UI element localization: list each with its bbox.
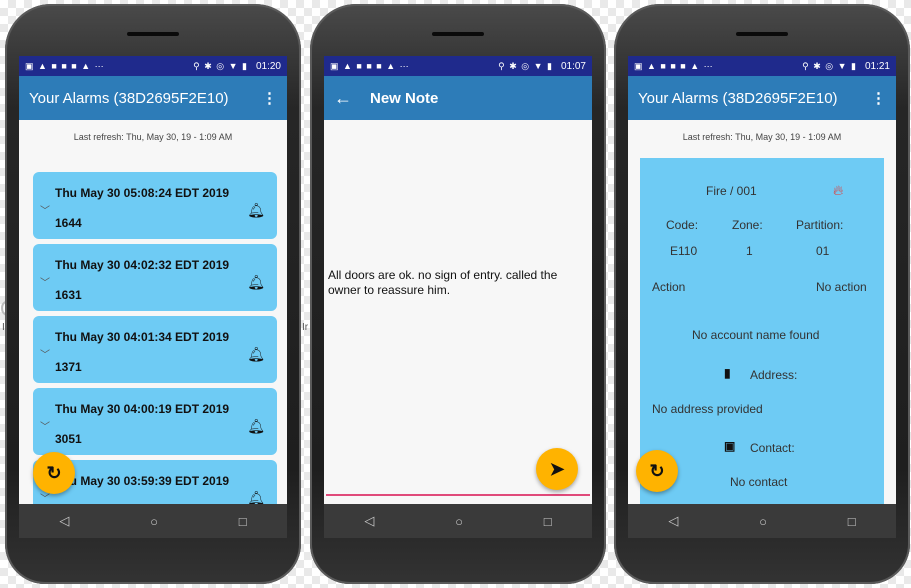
nav-recents-icon[interactable]: □ xyxy=(239,514,247,529)
more-vert-icon[interactable]: ⋮ xyxy=(262,89,277,107)
code-value: E110 xyxy=(670,244,698,258)
nav-back-icon[interactable]: ◁ xyxy=(668,513,678,529)
last-refresh-label: Last refresh: Thu, May 30, 19 - 1:09 AM xyxy=(73,132,233,142)
event-type: Fire / 001 xyxy=(706,184,757,198)
system-nav-bar: ◁ ○ □ xyxy=(19,504,287,538)
alarm-date: Thu May 30 03:59:39 EDT 2019 xyxy=(55,474,230,488)
chevron-down-icon: ﹀ xyxy=(40,206,50,217)
alarm-date: Thu May 30 04:00:19 EDT 2019 xyxy=(55,402,230,416)
phone-1: ▣ ▲ ■ ■ ■ ▲ ⋯ ⚲ ✱ ◎ ▼ ▮ 01:20 Your Alarm… xyxy=(5,4,301,584)
bell-icon[interactable]: 🔔︎ xyxy=(247,418,265,435)
notification-icons: ▣ ▲ ■ ■ ■ ▲ ⋯ xyxy=(330,60,410,71)
account-name: No account name found xyxy=(692,328,820,342)
alarm-card[interactable]: ﹀ Thu May 30 04:00:19 EDT 2019 3051 🔔︎ xyxy=(33,388,277,455)
chevron-down-icon: ﹀ xyxy=(40,422,50,433)
contact-value: No contact xyxy=(730,475,788,489)
status-bar: ▣ ▲ ■ ■ ■ ▲ ⋯ ⚲ ✱ ◎ ▼ ▮ 01:07 xyxy=(324,56,592,76)
system-nav-bar: ◁ ○ □ xyxy=(628,504,896,538)
partition-value: 01 xyxy=(816,244,830,258)
zone-value: 1 xyxy=(746,244,753,258)
system-icons: ⚲ ✱ ◎ ▼ ▮ xyxy=(498,60,553,71)
alarm-card[interactable]: ﹀ Thu May 30 04:02:32 EDT 2019 1631 🔔︎ xyxy=(33,244,277,311)
speaker-grille xyxy=(736,32,788,36)
alarm-detail-screen: ▣ ▲ ■ ■ ■ ▲ ⋯ ⚲ ✱ ◎ ▼ ▮ 01:21 Your Alarm… xyxy=(628,56,896,538)
note-input[interactable]: All doors are ok. no sign of entry. call… xyxy=(328,268,590,298)
side-letter: Ir xyxy=(302,322,309,333)
send-icon: ➤ xyxy=(549,458,565,479)
refresh-icon: ↻ xyxy=(649,460,665,481)
app-bar: Your Alarms (38D2695F2E10) ⋮ xyxy=(19,76,287,120)
system-icons: ⚲ ✱ ◎ ▼ ▮ xyxy=(193,60,248,71)
page-title: Your Alarms (38D2695F2E10) xyxy=(29,89,229,107)
refresh-button[interactable]: ↻ xyxy=(636,450,678,492)
phone-2: ▣ ▲ ■ ■ ■ ▲ ⋯ ⚲ ✱ ◎ ▼ ▮ 01:07 ← New Note… xyxy=(310,4,606,584)
nav-home-icon[interactable]: ○ xyxy=(455,514,463,529)
contact-card-icon: ▣ xyxy=(724,439,736,453)
new-note-screen: ▣ ▲ ■ ■ ■ ▲ ⋯ ⚲ ✱ ◎ ▼ ▮ 01:07 ← New Note… xyxy=(324,56,592,538)
bell-icon[interactable]: 🔔︎ xyxy=(247,346,265,363)
nav-recents-icon[interactable]: □ xyxy=(544,514,552,529)
send-button[interactable]: ➤ xyxy=(536,448,578,490)
alarm-code: 3051 xyxy=(55,432,82,446)
speaker-grille xyxy=(432,32,484,36)
page-title: New Note xyxy=(370,89,439,107)
last-refresh-label: Last refresh: Thu, May 30, 19 - 1:09 AM xyxy=(682,132,842,142)
contact-label: Contact: xyxy=(750,441,795,455)
partition-label: Partition: xyxy=(796,218,844,232)
alarm-code: 1644 xyxy=(55,216,82,230)
alarms-screen: ▣ ▲ ■ ■ ■ ▲ ⋯ ⚲ ✱ ◎ ▼ ▮ 01:20 Your Alarm… xyxy=(19,56,287,538)
nav-back-icon[interactable]: ◁ xyxy=(59,513,69,529)
system-icons: ⚲ ✱ ◎ ▼ ▮ xyxy=(802,60,857,71)
arrow-back-icon[interactable]: ← xyxy=(334,88,352,109)
alarm-date: Thu May 30 05:08:24 EDT 2019 xyxy=(55,186,230,200)
app-bar: ← New Note xyxy=(324,76,592,120)
status-time: 01:07 xyxy=(560,60,586,72)
status-time: 01:20 xyxy=(255,60,281,72)
code-label: Code: xyxy=(666,218,699,232)
action-label: Action xyxy=(652,280,686,294)
more-vert-icon[interactable]: ⋮ xyxy=(871,89,886,107)
address-label: Address: xyxy=(750,368,798,382)
zone-label: Zone: xyxy=(732,218,763,232)
bell-icon[interactable]: 🔔︎ xyxy=(247,274,265,291)
alarm-card[interactable]: ﹀ Thu May 30 04:01:34 EDT 2019 1371 🔔︎ xyxy=(33,316,277,383)
bell-icon[interactable]: 🔔︎ xyxy=(247,202,265,219)
speaker-grille xyxy=(127,32,179,36)
status-bar: ▣ ▲ ■ ■ ■ ▲ ⋯ ⚲ ✱ ◎ ▼ ▮ 01:20 xyxy=(19,56,287,76)
alarm-code: 1631 xyxy=(55,288,82,302)
alarm-date: Thu May 30 04:01:34 EDT 2019 xyxy=(55,330,230,344)
status-bar: ▣ ▲ ■ ■ ■ ▲ ⋯ ⚲ ✱ ◎ ▼ ▮ 01:21 xyxy=(628,56,896,76)
nav-home-icon[interactable]: ○ xyxy=(150,514,158,529)
phone-3: ▣ ▲ ■ ■ ■ ▲ ⋯ ⚲ ✱ ◎ ▼ ▮ 01:21 Your Alarm… xyxy=(614,4,910,584)
notification-icons: ▣ ▲ ■ ■ ■ ▲ ⋯ xyxy=(25,60,105,71)
input-underline xyxy=(326,494,590,496)
alarm-date: Thu May 30 04:02:32 EDT 2019 xyxy=(55,258,230,272)
status-time: 01:21 xyxy=(864,60,890,72)
page-title: Your Alarms (38D2695F2E10) xyxy=(638,89,838,107)
app-bar: Your Alarms (38D2695F2E10) ⋮ xyxy=(628,76,896,120)
system-nav-bar: ◁ ○ □ xyxy=(324,504,592,538)
action-value: No action xyxy=(816,280,867,294)
refresh-icon: ↻ xyxy=(46,462,62,483)
fire-icon: 🔥︎ xyxy=(833,182,844,198)
nav-home-icon[interactable]: ○ xyxy=(759,514,767,529)
map-icon: ▮ xyxy=(724,366,731,380)
nav-recents-icon[interactable]: □ xyxy=(848,514,856,529)
alarm-code: 1371 xyxy=(55,360,82,374)
alarm-card[interactable]: ﹀ Thu May 30 05:08:24 EDT 2019 1644 🔔︎ xyxy=(33,172,277,239)
nav-back-icon[interactable]: ◁ xyxy=(364,513,374,529)
refresh-button[interactable]: ↻ xyxy=(33,452,75,494)
chevron-down-icon: ﹀ xyxy=(40,350,50,361)
address-value: No address provided xyxy=(652,402,763,416)
chevron-down-icon: ﹀ xyxy=(40,278,50,289)
notification-icons: ▣ ▲ ■ ■ ■ ▲ ⋯ xyxy=(634,60,714,71)
